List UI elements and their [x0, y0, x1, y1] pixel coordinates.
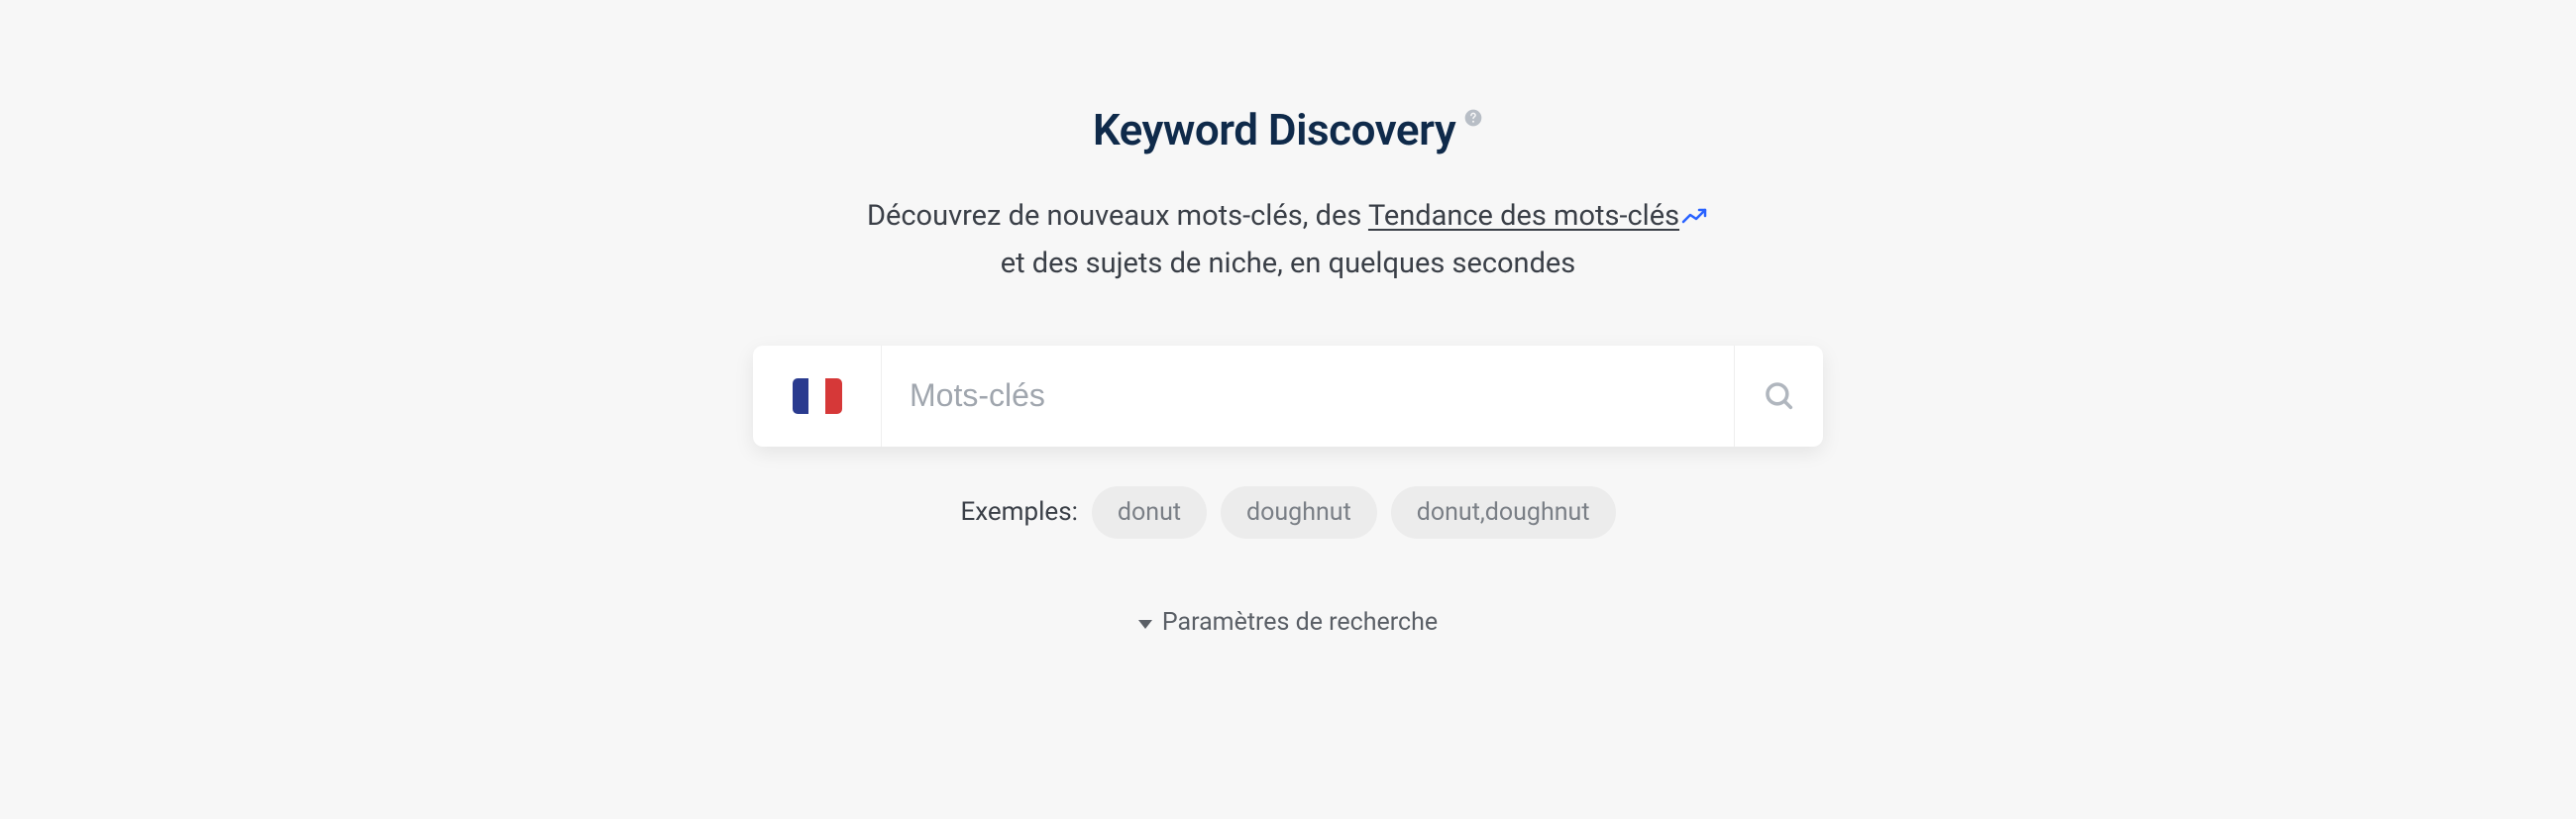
examples-row: Exemples: donut doughnut donut,doughnut [960, 486, 1615, 539]
subtitle-text-2: et des sujets de niche, en quelques seco… [867, 241, 1709, 286]
trend-up-icon [1681, 194, 1709, 240]
subtitle-text-1: Découvrez de nouveaux mots-clés, des [867, 199, 1368, 233]
country-selector[interactable] [753, 346, 882, 447]
search-settings-label: Paramètres de recherche [1162, 608, 1438, 637]
trend-link[interactable]: Tendance des mots-clés [1368, 199, 1679, 233]
search-icon [1763, 379, 1796, 413]
examples-label: Exemples: [960, 497, 1077, 527]
search-box [753, 346, 1823, 447]
example-pill-1[interactable]: doughnut [1221, 486, 1377, 539]
search-settings-toggle[interactable]: Paramètres de recherche [1138, 608, 1438, 637]
search-button[interactable] [1734, 346, 1823, 447]
page-title: Keyword Discovery [1093, 104, 1455, 155]
example-pill-0[interactable]: donut [1092, 486, 1207, 539]
flag-france-icon [793, 378, 842, 414]
subtitle: Découvrez de nouveaux mots-clés, des Ten… [867, 193, 1709, 286]
help-icon[interactable] [1463, 108, 1483, 132]
keyword-input[interactable] [882, 346, 1734, 447]
caret-down-icon [1138, 608, 1152, 637]
example-pill-2[interactable]: donut,doughnut [1391, 486, 1616, 539]
